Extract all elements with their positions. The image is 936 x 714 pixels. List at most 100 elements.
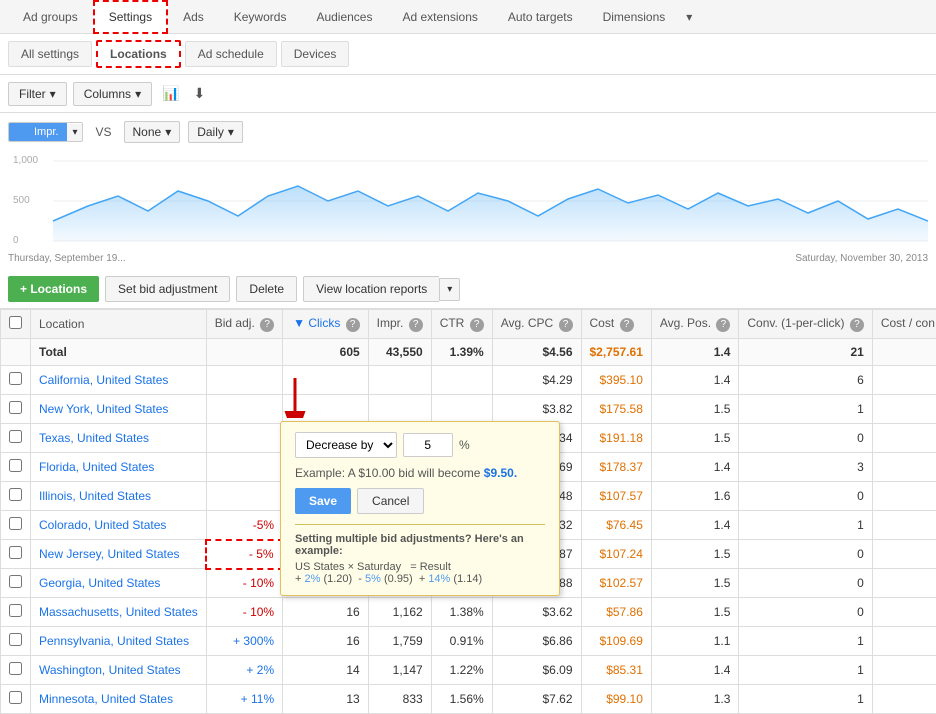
row-location: Texas, United States: [31, 424, 207, 453]
location-link[interactable]: Minnesota, United States: [39, 692, 173, 706]
chart-icon[interactable]: 📊: [158, 81, 183, 106]
row-checkbox[interactable]: [9, 604, 22, 617]
select-all-checkbox[interactable]: [9, 316, 22, 329]
row-avg_pos: 1.6: [651, 482, 738, 511]
header-cost[interactable]: Cost ?: [581, 310, 651, 339]
row-avg_pos: 1.4: [651, 511, 738, 540]
header-location[interactable]: Location: [31, 310, 207, 339]
delete-button[interactable]: Delete: [236, 276, 297, 302]
row-conv: 3: [739, 453, 872, 482]
total-ctr: 1.39%: [431, 339, 492, 366]
row-checkbox-cell: [1, 366, 31, 395]
avg-cpc-help[interactable]: ?: [559, 318, 573, 332]
header-avg-pos[interactable]: Avg. Pos. ?: [651, 310, 738, 339]
impr-help[interactable]: ?: [409, 318, 423, 332]
add-locations-button[interactable]: + Locations: [8, 276, 99, 302]
row-clicks: 16: [283, 598, 369, 627]
tab-audiences[interactable]: Audiences: [301, 1, 387, 33]
location-link[interactable]: Colorado, United States: [39, 518, 166, 532]
row-conv: 0: [739, 540, 872, 569]
more-tabs-button[interactable]: ▾: [680, 2, 698, 32]
pct-label: %: [459, 438, 470, 452]
location-link[interactable]: Florida, United States: [39, 460, 154, 474]
bid-value-input[interactable]: [403, 433, 453, 457]
header-conv[interactable]: Conv. (1-per-click) ?: [739, 310, 872, 339]
bid-action-select[interactable]: Decrease by Increase by Set to: [295, 432, 397, 458]
total-location: Total: [31, 339, 207, 366]
tab-dimensions[interactable]: Dimensions: [588, 1, 681, 33]
impr-arrow[interactable]: ▾: [67, 124, 82, 141]
location-link[interactable]: Washington, United States: [39, 663, 181, 677]
row-ctr: 1.22%: [431, 656, 492, 685]
row-conv: 1: [739, 685, 872, 714]
header-impr[interactable]: Impr. ?: [368, 310, 431, 339]
location-link[interactable]: New Jersey, United States: [39, 547, 180, 561]
header-bid-adj[interactable]: Bid adj. ?: [206, 310, 282, 339]
row-bid-adj: [206, 395, 282, 424]
row-location: Pennsylvania, United States: [31, 627, 207, 656]
header-cost-con[interactable]: Cost / con ?: [872, 310, 936, 339]
set-bid-button[interactable]: Set bid adjustment: [105, 276, 230, 302]
row-bid-adj: + 2%: [206, 656, 282, 685]
row-cost: $107.57: [581, 482, 651, 511]
row-checkbox[interactable]: [9, 401, 22, 414]
none-caret: ▾: [165, 125, 171, 139]
avg-pos-help[interactable]: ?: [716, 318, 730, 332]
download-icon[interactable]: ⬇: [190, 81, 210, 106]
row-checkbox[interactable]: [9, 372, 22, 385]
tab-ads[interactable]: Ads: [168, 1, 219, 33]
svg-text:500: 500: [13, 195, 30, 206]
ctr-help[interactable]: ?: [470, 318, 484, 332]
header-ctr[interactable]: CTR ?: [431, 310, 492, 339]
location-link[interactable]: Pennsylvania, United States: [39, 634, 189, 648]
total-checkbox-cell: [1, 339, 31, 366]
location-link[interactable]: Illinois, United States: [39, 489, 151, 503]
row-avg_cpc: $4.29: [492, 366, 581, 395]
location-link[interactable]: California, United States: [39, 373, 168, 387]
clicks-help[interactable]: ?: [346, 318, 360, 332]
subtab-all-settings[interactable]: All settings: [8, 41, 92, 67]
header-avg-cpc[interactable]: Avg. CPC ?: [492, 310, 581, 339]
view-reports-button[interactable]: View location reports: [303, 276, 439, 302]
columns-button[interactable]: Columns ▾: [73, 82, 152, 106]
impr-pill[interactable]: Impr. ▾: [8, 122, 83, 142]
tab-ad-groups[interactable]: Ad groups: [8, 1, 93, 33]
bid-adj-help[interactable]: ?: [260, 318, 274, 332]
location-link[interactable]: Georgia, United States: [39, 576, 160, 590]
row-bid-adj: + 11%: [206, 685, 282, 714]
row-checkbox[interactable]: [9, 575, 22, 588]
popup-save-button[interactable]: Save: [295, 488, 351, 514]
daily-label: Daily: [197, 125, 224, 139]
tab-ad-extensions[interactable]: Ad extensions: [387, 1, 492, 33]
tab-auto-targets[interactable]: Auto targets: [493, 1, 588, 33]
filter-button[interactable]: Filter ▾: [8, 82, 67, 106]
subtab-ad-schedule[interactable]: Ad schedule: [185, 41, 277, 67]
popup-info-col1: US States × Saturday = Result: [295, 561, 451, 573]
location-link[interactable]: New York, United States: [39, 402, 168, 416]
none-dropdown[interactable]: None ▾: [124, 121, 181, 143]
row-checkbox[interactable]: [9, 633, 22, 646]
row-checkbox[interactable]: [9, 691, 22, 704]
tab-settings[interactable]: Settings: [93, 0, 168, 34]
tab-keywords[interactable]: Keywords: [219, 1, 302, 33]
popup-cancel-button[interactable]: Cancel: [357, 488, 424, 514]
location-link[interactable]: Massachusetts, United States: [39, 605, 198, 619]
daily-dropdown[interactable]: Daily ▾: [188, 121, 243, 143]
row-checkbox-cell: [1, 656, 31, 685]
location-link[interactable]: Texas, United States: [39, 431, 149, 445]
cost-help[interactable]: ?: [620, 318, 634, 332]
row-checkbox[interactable]: [9, 430, 22, 443]
table-row: Washington, United States+ 2%141,1471.22…: [1, 656, 936, 685]
row-checkbox[interactable]: [9, 459, 22, 472]
header-clicks[interactable]: ▼ Clicks ?: [283, 310, 369, 339]
subtab-locations[interactable]: Locations: [96, 40, 181, 68]
row-checkbox[interactable]: [9, 546, 22, 559]
header-checkbox[interactable]: [1, 310, 31, 339]
row-avg_pos: 1.5: [651, 598, 738, 627]
view-reports-caret[interactable]: ▾: [439, 278, 460, 301]
row-checkbox[interactable]: [9, 488, 22, 501]
row-conv: 0: [739, 598, 872, 627]
conv-help[interactable]: ?: [850, 318, 864, 332]
subtab-devices[interactable]: Devices: [281, 41, 350, 67]
row-checkbox[interactable]: [9, 517, 22, 530]
